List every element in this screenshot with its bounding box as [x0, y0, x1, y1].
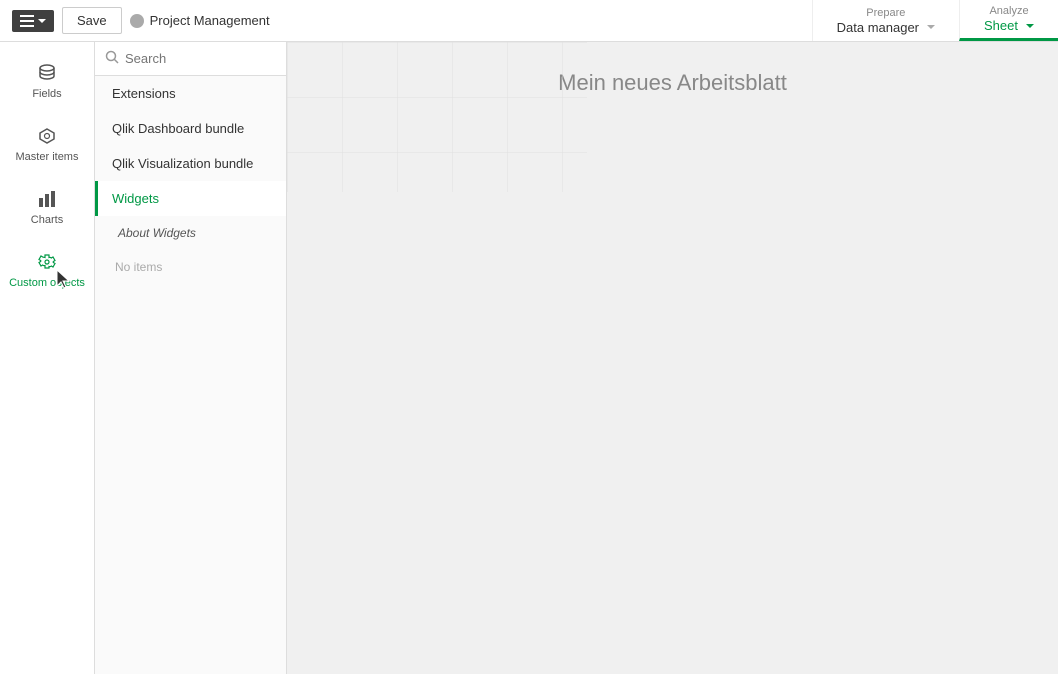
prepare-nav[interactable]: Prepare Data manager	[812, 0, 959, 41]
sidebar-icons: Fields Master items Charts	[0, 42, 95, 674]
main-layout: Fields Master items Charts	[0, 42, 1058, 674]
hamburger-icon	[20, 15, 34, 27]
prepare-inner: Data manager	[837, 20, 935, 35]
panel-item-qlik-visualization[interactable]: Qlik Visualization bundle	[95, 146, 286, 181]
app-name-label: Project Management	[150, 13, 270, 28]
panel-item-extensions[interactable]: Extensions	[95, 76, 286, 111]
charts-label: Charts	[31, 214, 63, 226]
grid-overlay	[287, 42, 587, 192]
qlik-visualization-label: Qlik Visualization bundle	[112, 156, 253, 171]
chevron-down-icon	[38, 19, 46, 23]
analyze-chevron-icon	[1026, 24, 1034, 28]
data-manager-label: Data manager	[837, 20, 919, 35]
about-widgets-label: About Widgets	[118, 226, 196, 240]
charts-icon	[36, 188, 58, 210]
topbar-right: Prepare Data manager Analyze Sheet	[812, 0, 1058, 41]
custom-objects-icon	[36, 251, 58, 273]
panel-list: Extensions Qlik Dashboard bundle Qlik Vi…	[95, 76, 286, 674]
main-canvas: Mein neues Arbeitsblatt	[287, 42, 1058, 674]
sidebar-item-master-items[interactable]: Master items	[0, 113, 94, 176]
master-items-icon	[36, 125, 58, 147]
master-items-label: Master items	[16, 151, 79, 163]
panel-item-qlik-dashboard[interactable]: Qlik Dashboard bundle	[95, 111, 286, 146]
topbar: Save Project Management Prepare Data man…	[0, 0, 1058, 42]
sidebar-item-fields[interactable]: Fields	[0, 50, 94, 113]
sidebar-item-charts[interactable]: Charts	[0, 176, 94, 239]
no-items-text: No items	[95, 250, 286, 284]
analyze-inner: Sheet	[984, 18, 1034, 33]
sheet-title: Mein neues Arbeitsblatt	[287, 70, 1058, 96]
save-button[interactable]: Save	[62, 7, 122, 34]
topbar-left: Save Project Management	[0, 7, 282, 34]
widgets-label: Widgets	[112, 191, 159, 206]
panel: Extensions Qlik Dashboard bundle Qlik Vi…	[95, 42, 287, 674]
analyze-label-top: Analyze	[989, 5, 1028, 17]
fields-label: Fields	[32, 88, 61, 100]
custom-objects-label: Custom objects	[9, 277, 85, 289]
menu-button[interactable]	[12, 10, 54, 32]
panel-item-about-widgets[interactable]: About Widgets	[95, 216, 286, 250]
app-name: Project Management	[130, 13, 270, 28]
sidebar-item-custom-objects[interactable]: Custom objects	[0, 239, 94, 302]
search-icon	[105, 50, 119, 67]
sheet-label: Sheet	[984, 18, 1018, 33]
analyze-nav[interactable]: Analyze Sheet	[959, 0, 1058, 41]
panel-item-widgets[interactable]: Widgets	[95, 181, 286, 216]
search-input[interactable]	[125, 51, 301, 66]
prepare-label-top: Prepare	[866, 7, 905, 19]
search-bar	[95, 42, 286, 76]
qlik-dashboard-label: Qlik Dashboard bundle	[112, 121, 244, 136]
extensions-label: Extensions	[112, 86, 176, 101]
fields-icon	[36, 62, 58, 84]
app-dot-icon	[130, 14, 144, 28]
prepare-chevron-icon	[927, 25, 935, 29]
